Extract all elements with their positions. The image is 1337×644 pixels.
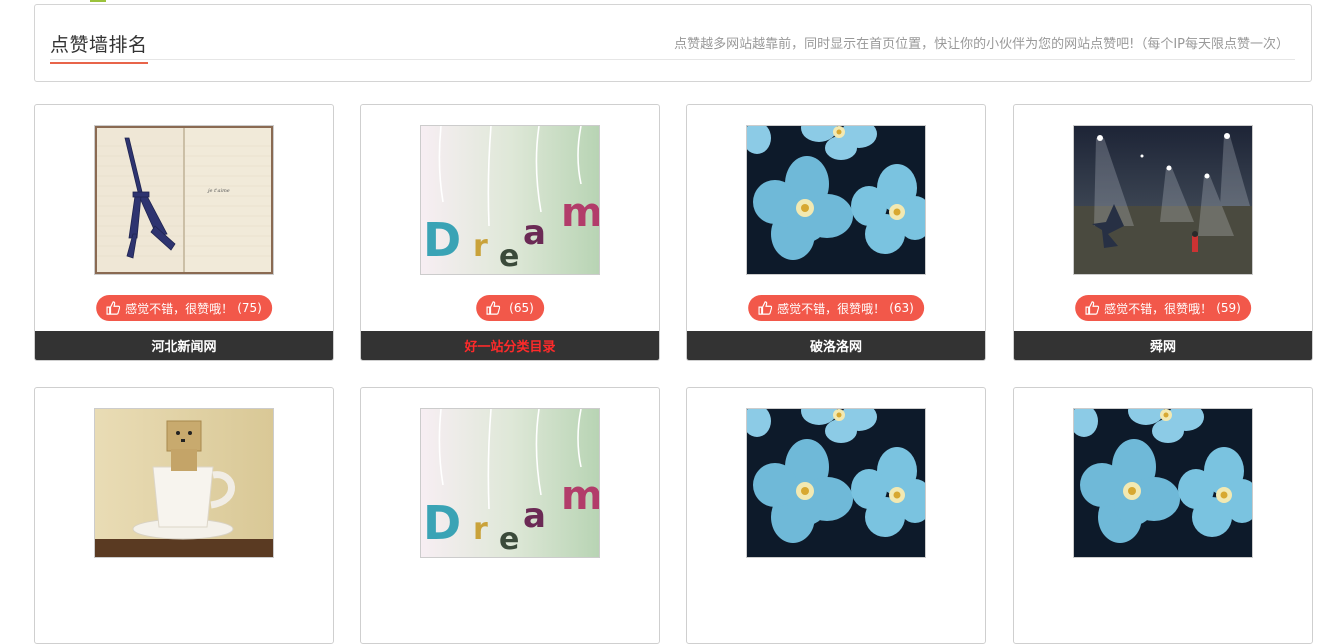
like-count: (63) <box>889 301 914 315</box>
site-card <box>34 387 334 644</box>
night-field-image <box>1074 126 1252 274</box>
top-accent-bar <box>90 0 106 2</box>
like-count: (59) <box>1216 301 1241 315</box>
svg-text:e: e <box>499 522 519 557</box>
svg-text:m: m <box>561 473 599 519</box>
site-name-link[interactable]: 舜网 <box>1014 331 1312 360</box>
like-button[interactable]: 感觉不错，很赞哦！ (63) <box>748 295 924 321</box>
thumbs-up-icon <box>1085 301 1100 315</box>
site-name-link[interactable]: 好一站分类目录 <box>361 331 659 360</box>
like-text: 感觉不错，很赞哦！ <box>125 301 234 316</box>
svg-text:D: D <box>423 496 461 550</box>
site-thumbnail[interactable] <box>1073 125 1253 275</box>
site-card: je t'aime 感觉不错，很赞哦！ (75) 河北新闻网 <box>34 104 334 361</box>
svg-text:D: D <box>423 213 461 267</box>
svg-text:r: r <box>473 229 488 264</box>
site-thumbnail[interactable]: D r e a m <box>420 125 600 275</box>
dream-letters-image: D r e a m <box>421 409 599 557</box>
eiffel-notebook-image: je t'aime <box>95 126 273 274</box>
svg-text:a: a <box>523 496 546 536</box>
blue-flowers-image <box>747 126 925 274</box>
like-text: 感觉不错，很赞哦！ <box>1104 301 1213 316</box>
site-card: D r e a m (65) 好一站分类目录 <box>360 104 660 361</box>
like-button[interactable]: 感觉不错，很赞哦！ (59) <box>1075 295 1251 321</box>
svg-text:je t'aime: je t'aime <box>207 188 230 194</box>
svg-text:a: a <box>523 213 546 253</box>
site-name-link[interactable]: 破洛洛网 <box>687 331 985 360</box>
like-button[interactable]: (65) <box>476 295 544 321</box>
header-description: 点赞越多网站越靠前，同时显示在首页位置，快让你的小伙伴为您的网站点赞吧!（每个I… <box>674 37 1289 52</box>
danbo-cup-image <box>95 409 273 557</box>
site-card: 感觉不错，很赞哦！ (59) 舜网 <box>1013 104 1313 361</box>
site-card: D r e a m <box>360 387 660 644</box>
site-thumbnail[interactable]: je t'aime <box>94 125 274 275</box>
site-thumbnail[interactable] <box>746 125 926 275</box>
blue-flowers-image <box>1074 409 1252 557</box>
site-name-link[interactable]: 河北新闻网 <box>35 331 333 360</box>
site-thumbnail[interactable] <box>746 408 926 558</box>
site-card <box>686 387 986 644</box>
like-count: (65) <box>509 301 534 315</box>
like-count: (75) <box>237 301 262 315</box>
site-thumbnail[interactable] <box>94 408 274 558</box>
thumbs-up-icon <box>486 301 501 315</box>
like-text: 感觉不错，很赞哦！ <box>777 301 886 316</box>
ranking-header: 点赞墙排名 点赞越多网站越靠前，同时显示在首页位置，快让你的小伙伴为您的网站点赞… <box>34 4 1312 82</box>
svg-text:e: e <box>499 239 519 274</box>
svg-text:m: m <box>561 190 599 236</box>
svg-text:r: r <box>473 512 488 547</box>
header-divider <box>50 59 1295 60</box>
blue-flowers-image <box>747 409 925 557</box>
site-thumbnail[interactable]: D r e a m <box>420 408 600 558</box>
thumbs-up-icon <box>106 301 121 315</box>
site-thumbnail[interactable] <box>1073 408 1253 558</box>
thumbs-up-icon <box>758 301 773 315</box>
dream-letters-image: D r e a m <box>421 126 599 274</box>
site-card <box>1013 387 1313 644</box>
site-card: 感觉不错，很赞哦！ (63) 破洛洛网 <box>686 104 986 361</box>
like-button[interactable]: 感觉不错，很赞哦！ (75) <box>96 295 272 321</box>
